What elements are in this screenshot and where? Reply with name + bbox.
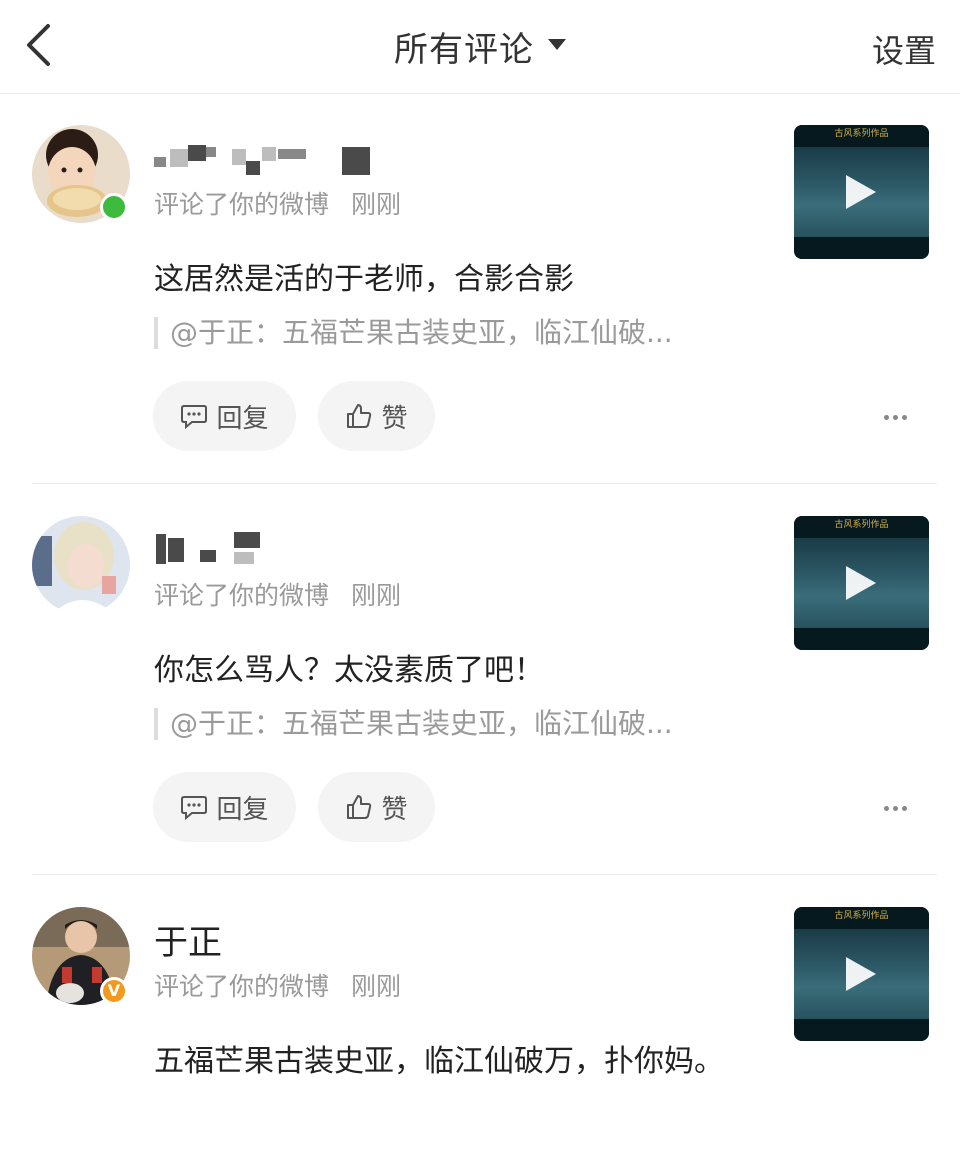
quoted-post[interactable]: @于正：五福芒果古装史亚，临江仙破...	[154, 317, 673, 349]
action-text: 评论了你的微博	[154, 581, 330, 610]
comment-meta: 评论了你的微博 刚刚	[154, 576, 401, 612]
timestamp: 刚刚	[351, 972, 402, 1001]
comment-item: 评论了你的微博 刚刚 这居然是活的于老师，合影合影 @于正：五福芒果古装史亚，临江…	[0, 125, 960, 483]
page-title: 所有评论	[394, 30, 534, 70]
comment-text: 你怎么骂人？太没素质了吧！	[154, 653, 544, 688]
play-icon	[846, 957, 876, 991]
comment-icon	[181, 405, 208, 429]
reply-button[interactable]: 回复	[153, 381, 296, 451]
username-censored[interactable]	[154, 135, 394, 175]
online-status-badge	[100, 193, 128, 221]
caret-down-icon	[548, 39, 566, 50]
reply-button[interactable]: 回复	[153, 772, 296, 842]
video-thumbnail[interactable]: 古风系列作品	[794, 516, 929, 650]
reply-label: 回复	[216, 403, 269, 434]
like-button[interactable]: 赞	[318, 381, 435, 451]
quoted-post[interactable]: @于正：五福芒果古装史亚，临江仙破...	[154, 708, 673, 740]
settings-button[interactable]: 设置	[872, 26, 936, 72]
username[interactable]: 于正	[154, 915, 222, 964]
divider	[32, 483, 937, 484]
comment-icon	[181, 796, 208, 820]
more-options-icon[interactable]	[882, 796, 922, 816]
play-icon	[846, 175, 876, 209]
video-thumbnail[interactable]: 古风系列作品	[794, 125, 929, 259]
like-label: 赞	[381, 794, 408, 825]
more-options-icon[interactable]	[882, 405, 922, 425]
comment-meta: 评论了你的微博 刚刚	[154, 967, 401, 1003]
top-bar: 所有评论 设置	[0, 0, 960, 94]
comment-text: 这居然是活的于老师，合影合影	[154, 262, 574, 297]
timestamp: 刚刚	[351, 581, 402, 610]
thumbs-up-icon	[347, 795, 372, 819]
action-text: 评论了你的微博	[154, 972, 330, 1001]
comment-item: 评论了你的微博 刚刚 你怎么骂人？太没素质了吧！ @于正：五福芒果古装史亚，临江仙…	[0, 516, 960, 874]
timestamp: 刚刚	[351, 190, 402, 219]
divider	[32, 874, 937, 875]
username-censored[interactable]	[154, 526, 394, 566]
video-thumbnail[interactable]: 古风系列作品	[794, 907, 929, 1041]
comment-filter-dropdown[interactable]: 所有评论	[0, 22, 960, 71]
comment-text: 五福芒果古装史亚，临江仙破万，扑你妈。	[154, 1044, 724, 1079]
avatar[interactable]	[32, 516, 130, 614]
video-caption: 古风系列作品	[834, 520, 889, 530]
video-caption: 古风系列作品	[834, 911, 889, 921]
avatar-image	[32, 516, 130, 614]
play-icon	[846, 566, 876, 600]
comment-item: V 于正 评论了你的微博 刚刚 五福芒果古装史亚，临江仙破万，扑你妈。 古风系列作…	[0, 907, 960, 1157]
reply-label: 回复	[216, 794, 269, 825]
comment-meta: 评论了你的微博 刚刚	[154, 185, 401, 221]
like-label: 赞	[381, 403, 408, 434]
thumbs-up-icon	[347, 404, 372, 428]
verified-badge: V	[100, 977, 128, 1005]
like-button[interactable]: 赞	[318, 772, 435, 842]
action-text: 评论了你的微博	[154, 190, 330, 219]
video-caption: 古风系列作品	[834, 129, 889, 139]
